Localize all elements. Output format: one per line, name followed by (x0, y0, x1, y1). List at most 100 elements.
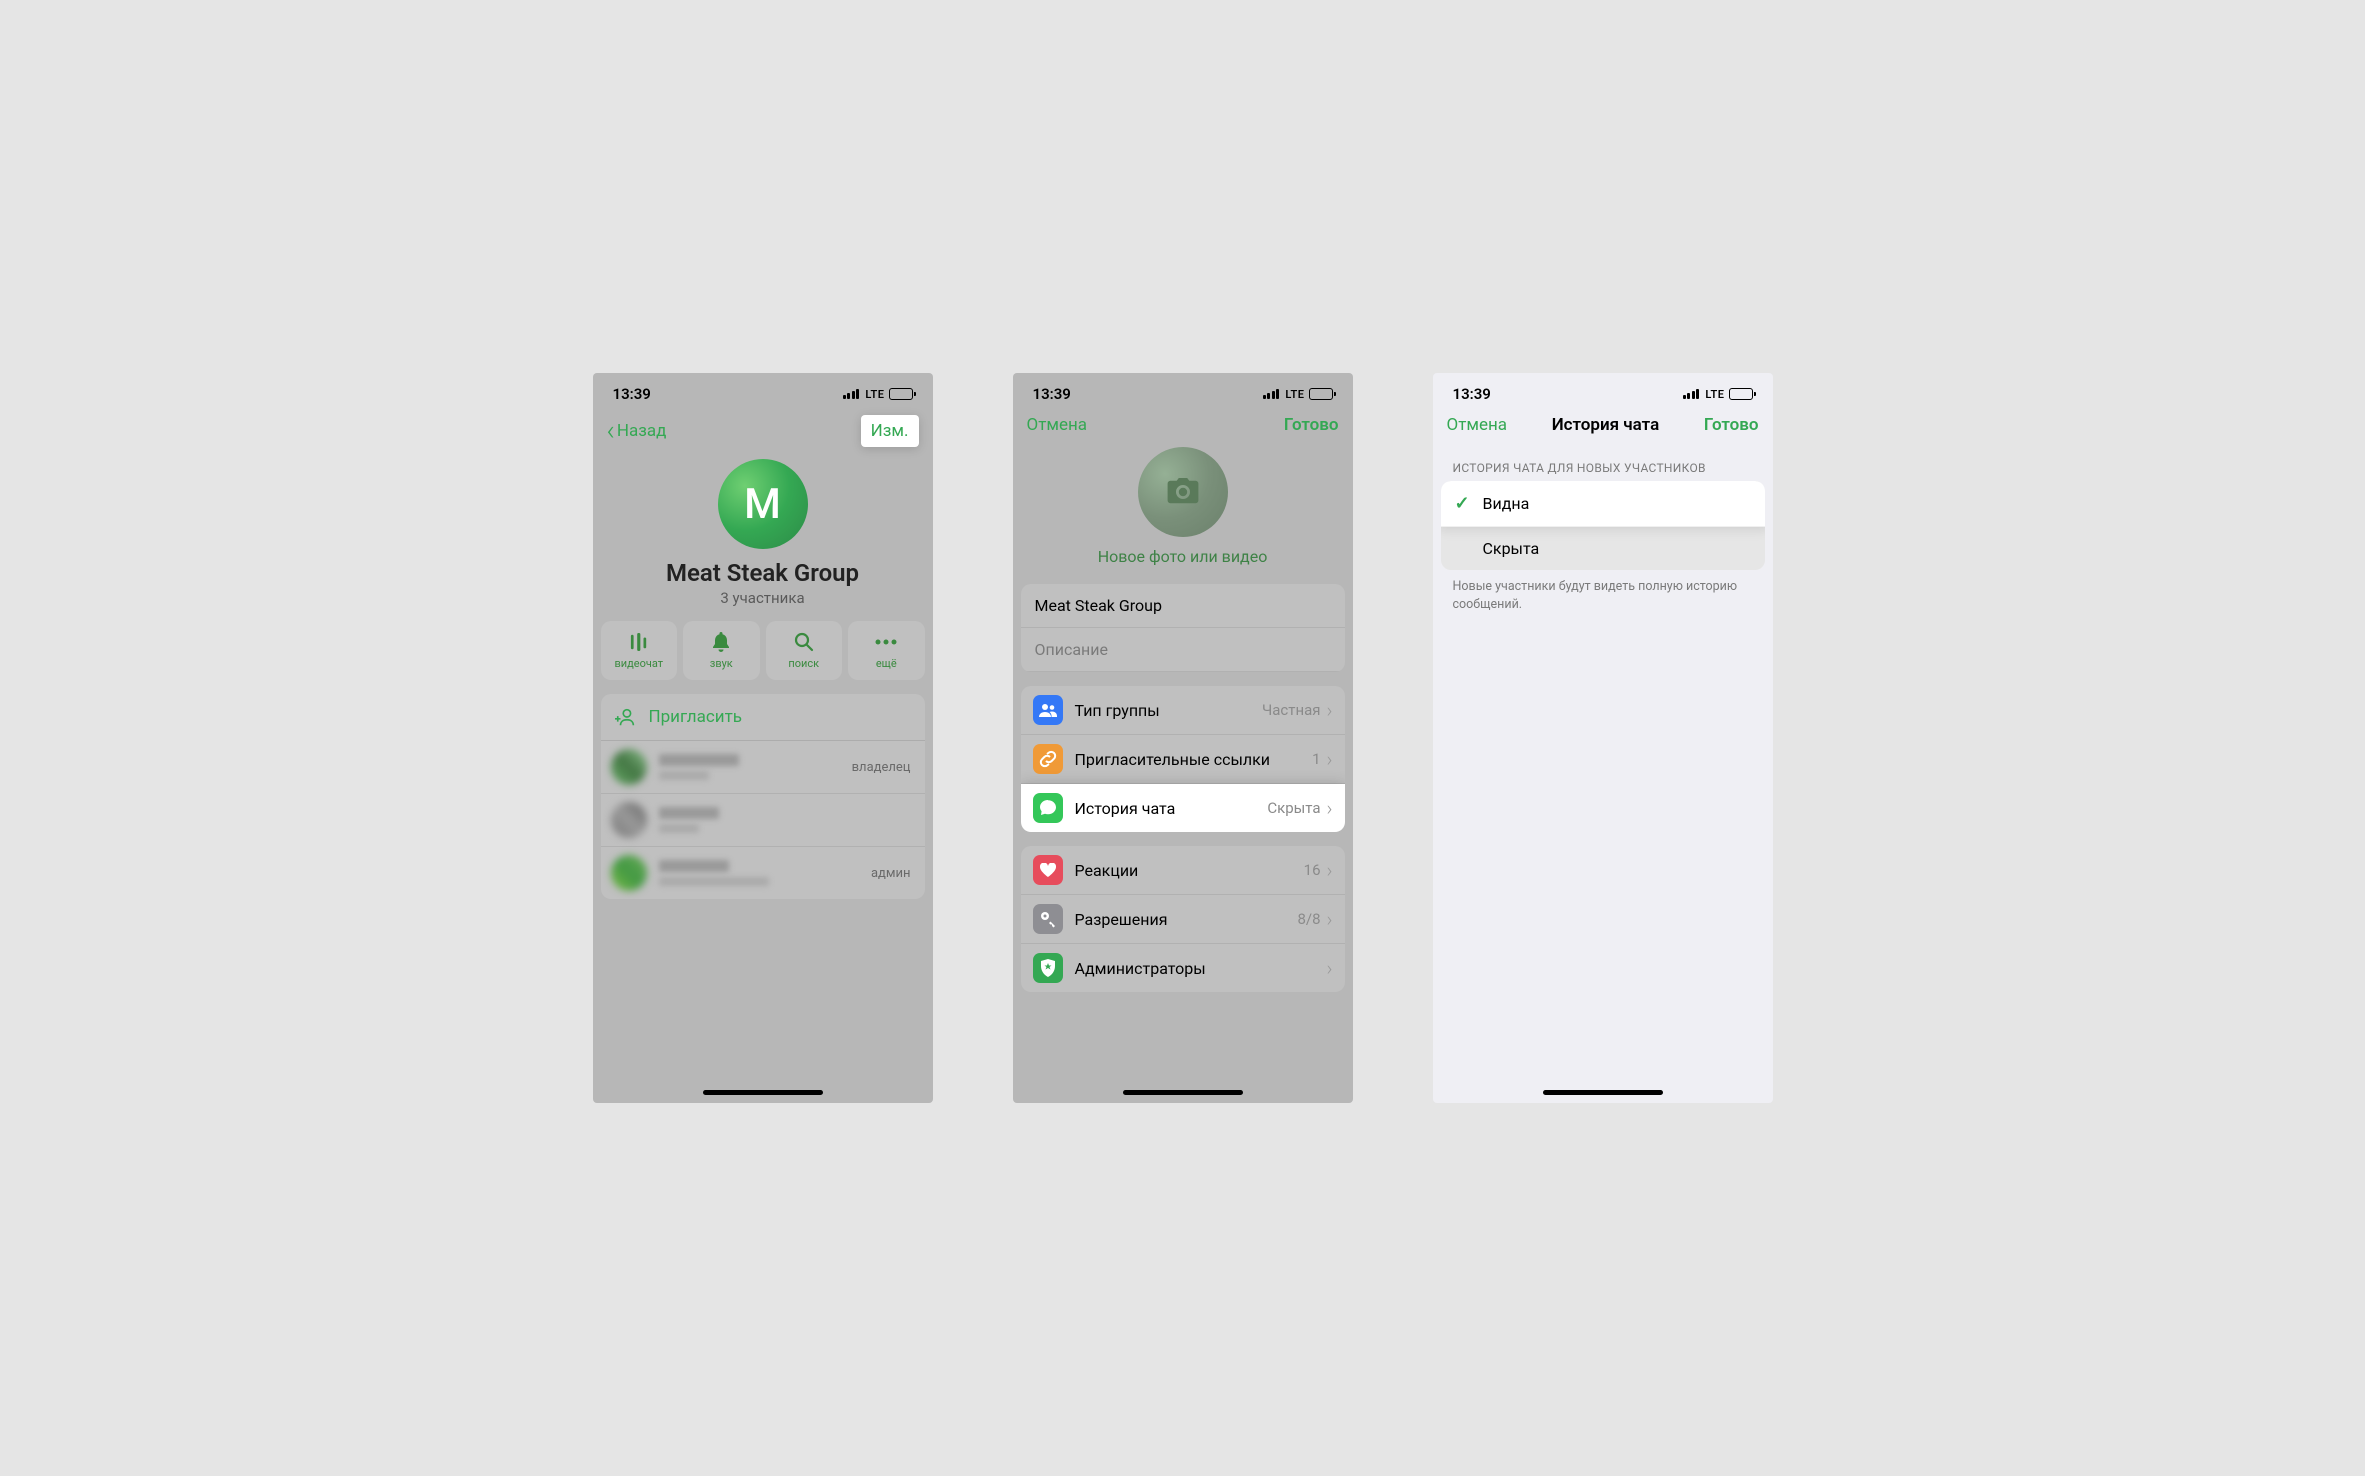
video-call-button[interactable]: видеочат (601, 621, 678, 680)
home-indicator[interactable] (1543, 1090, 1663, 1095)
group-avatar-edit[interactable] (1138, 447, 1228, 537)
row-label: Реакции (1075, 861, 1304, 880)
option-label: Видна (1477, 494, 1751, 513)
invite-icon (615, 706, 637, 728)
sound-button[interactable]: звук (683, 621, 760, 680)
member-role: владелец (852, 760, 911, 775)
chevron-right-icon: › (1327, 858, 1333, 882)
status-bar: 13:39 LTE (1433, 373, 1773, 411)
chevron-right-icon: › (1327, 796, 1333, 820)
status-time: 13:39 (613, 385, 651, 403)
group-name-input[interactable]: Meat Steak Group (1021, 584, 1345, 628)
option-hidden[interactable]: Скрыта (1441, 527, 1765, 570)
member-avatar (611, 855, 647, 891)
member-info (659, 807, 911, 833)
member-row[interactable] (601, 794, 925, 847)
status-indicators: LTE (1683, 388, 1753, 401)
member-info (659, 754, 840, 780)
chevron-right-icon: › (1327, 747, 1333, 771)
row-label: Разрешения (1075, 910, 1298, 929)
home-indicator[interactable] (703, 1090, 823, 1095)
invite-button[interactable]: Пригласить (601, 694, 925, 741)
back-button[interactable]: ‹ Назад (607, 417, 667, 445)
status-indicators: LTE (843, 388, 913, 401)
member-status-redacted (659, 824, 699, 833)
action-buttons-row: видеочат звук поиск ещё (593, 621, 933, 680)
member-row-owner[interactable]: владелец (601, 741, 925, 794)
camera-icon (1166, 478, 1200, 506)
row-label: Пригласительные ссылки (1075, 750, 1313, 769)
member-name-redacted (659, 754, 739, 766)
settings-section-2: Реакции 16 › Разрешения 8/8 › Администра… (1021, 846, 1345, 992)
nav-bar: ‹ Назад Изм. (593, 411, 933, 455)
member-status-redacted (659, 771, 709, 780)
permissions-row[interactable]: Разрешения 8/8 › (1021, 895, 1345, 944)
battery-icon (1309, 388, 1333, 400)
admins-row[interactable]: Администраторы › (1021, 944, 1345, 992)
video-label: видеочат (614, 657, 663, 670)
new-photo-label: Новое фото или видео (1098, 547, 1268, 566)
more-icon (875, 631, 897, 653)
option-visible[interactable]: ✓ Видна (1441, 481, 1765, 527)
row-value: 8/8 (1297, 910, 1320, 928)
group-avatar[interactable]: M (718, 459, 808, 549)
group-description-input[interactable]: Описание (1021, 628, 1345, 672)
signal-icon (1683, 389, 1700, 399)
cancel-button[interactable]: Отмена (1447, 415, 1508, 435)
battery-icon (1729, 388, 1753, 400)
row-label: Тип группы (1075, 701, 1262, 720)
nav-bar: Отмена История чата Готово (1433, 411, 1773, 443)
chevron-right-icon: › (1327, 956, 1333, 980)
bell-icon (712, 631, 730, 653)
done-button[interactable]: Готово (1704, 415, 1759, 435)
video-icon (628, 631, 650, 653)
group-type-row[interactable]: Тип группы Частная › (1021, 686, 1345, 735)
new-photo-button[interactable]: Новое фото или видео (1013, 547, 1353, 566)
row-value: Скрыта (1267, 799, 1320, 817)
signal-icon (1263, 389, 1280, 399)
status-time: 13:39 (1453, 385, 1491, 403)
chat-history-row[interactable]: История чата Скрыта › (1021, 784, 1345, 832)
name-description-section: Meat Steak Group Описание (1021, 584, 1345, 672)
member-info (659, 860, 859, 886)
phone-screen-chat-history: 13:39 LTE Отмена История чата Готово ИСТ… (1433, 373, 1773, 1103)
member-row-admin[interactable]: админ (601, 847, 925, 899)
phone-screen-group-edit: 13:39 LTE Отмена Готово Новое фото или в… (1013, 373, 1353, 1103)
member-avatar (611, 802, 647, 838)
cancel-button[interactable]: Отмена (1027, 415, 1088, 435)
nav-bar: Отмена Готово (1013, 411, 1353, 443)
search-label: поиск (788, 657, 819, 670)
edit-label: Изм. (871, 421, 909, 441)
home-indicator[interactable] (1123, 1090, 1243, 1095)
description-placeholder: Описание (1035, 640, 1109, 659)
invite-links-row[interactable]: Пригласительные ссылки 1 › (1021, 735, 1345, 784)
battery-icon (889, 388, 913, 400)
chevron-right-icon: › (1327, 698, 1333, 722)
section-header: ИСТОРИЯ ЧАТА ДЛЯ НОВЫХ УЧАСТНИКОВ (1433, 443, 1773, 481)
phone-screen-group-info: 13:39 LTE ‹ Назад Изм. M Meat Steak Grou… (593, 373, 933, 1103)
reactions-row[interactable]: Реакции 16 › (1021, 846, 1345, 895)
chevron-left-icon: ‹ (607, 417, 615, 445)
invite-label: Пригласить (649, 707, 742, 727)
more-label: ещё (876, 657, 897, 670)
status-bar: 13:39 LTE (593, 373, 933, 411)
shield-icon (1033, 953, 1063, 983)
member-name-redacted (659, 860, 729, 872)
network-label: LTE (865, 388, 884, 401)
search-button[interactable]: поиск (766, 621, 843, 680)
settings-section-1: Тип группы Частная › Пригласительные ссы… (1021, 686, 1345, 832)
sound-label: звук (710, 657, 733, 670)
edit-button[interactable]: Изм. (861, 415, 919, 447)
status-indicators: LTE (1263, 388, 1333, 401)
group-subtitle: 3 участника (593, 589, 933, 607)
row-value: 1 (1312, 750, 1320, 768)
avatar-letter: M (744, 480, 781, 529)
member-role: админ (871, 866, 911, 881)
chevron-right-icon: › (1327, 907, 1333, 931)
signal-icon (843, 389, 860, 399)
status-bar: 13:39 LTE (1013, 373, 1353, 411)
more-button[interactable]: ещё (848, 621, 925, 680)
done-button[interactable]: Готово (1284, 415, 1339, 435)
network-label: LTE (1285, 388, 1304, 401)
network-label: LTE (1705, 388, 1724, 401)
